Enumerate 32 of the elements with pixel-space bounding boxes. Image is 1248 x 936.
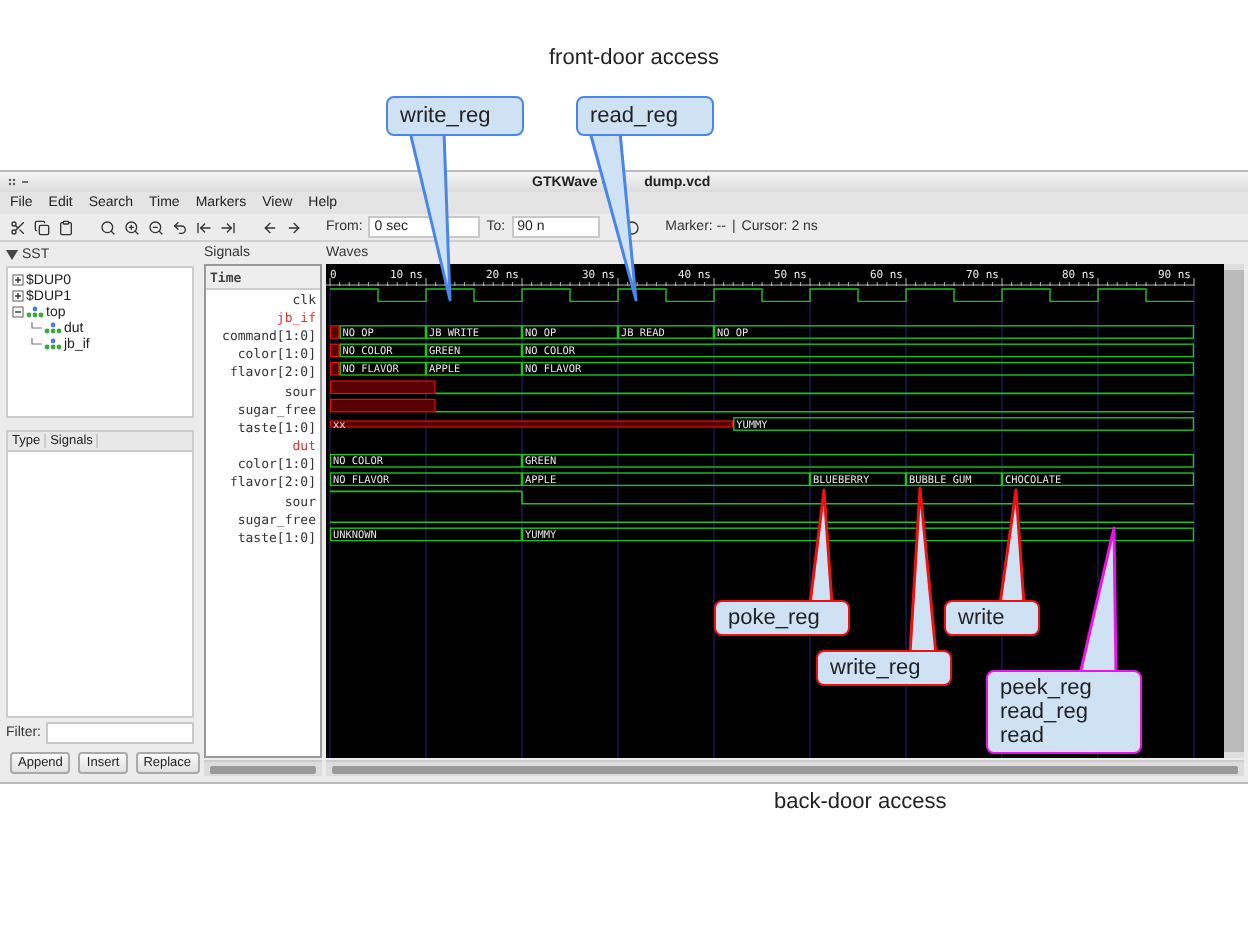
zoom-fit-icon[interactable] <box>98 218 116 236</box>
paste-icon[interactable] <box>56 218 74 236</box>
callout-label: poke_reg <box>728 606 822 630</box>
vertical-scrollbar[interactable] <box>1224 264 1244 758</box>
zoom-in-icon[interactable] <box>122 218 140 236</box>
unknown-value-block <box>330 380 436 394</box>
callout-label: peek_reg <box>1000 676 1094 700</box>
jump-end-icon[interactable] <box>218 218 236 236</box>
expand-icon[interactable] <box>12 290 24 302</box>
horizontal-scrollbar[interactable] <box>326 760 1244 776</box>
caption: front-door access <box>549 46 719 72</box>
callout-label: read <box>1000 724 1047 748</box>
callout-label: write_reg <box>400 104 493 128</box>
callout-label: read_reg <box>1000 700 1091 724</box>
undo-icon[interactable] <box>170 218 188 236</box>
collapse-icon[interactable] <box>12 306 24 318</box>
cut-icon[interactable] <box>8 218 26 236</box>
right-arrow-icon[interactable] <box>284 218 302 236</box>
unknown-value-block <box>330 398 436 413</box>
copy-icon[interactable] <box>32 218 50 236</box>
expand-icon[interactable] <box>12 274 24 286</box>
window-menu-icon[interactable] <box>8 178 32 186</box>
callout-label: read_reg <box>590 104 681 128</box>
collapse-triangle-icon[interactable] <box>6 249 18 259</box>
caption: back-door access <box>774 790 947 816</box>
jump-start-icon[interactable] <box>194 218 212 236</box>
zoom-out-icon[interactable] <box>146 218 164 236</box>
left-arrow-icon[interactable] <box>260 218 278 236</box>
callout-label: write <box>958 606 1007 630</box>
horizontal-scrollbar[interactable] <box>204 760 322 776</box>
callout-label: write_reg <box>830 656 923 680</box>
filter-field[interactable] <box>45 722 194 744</box>
